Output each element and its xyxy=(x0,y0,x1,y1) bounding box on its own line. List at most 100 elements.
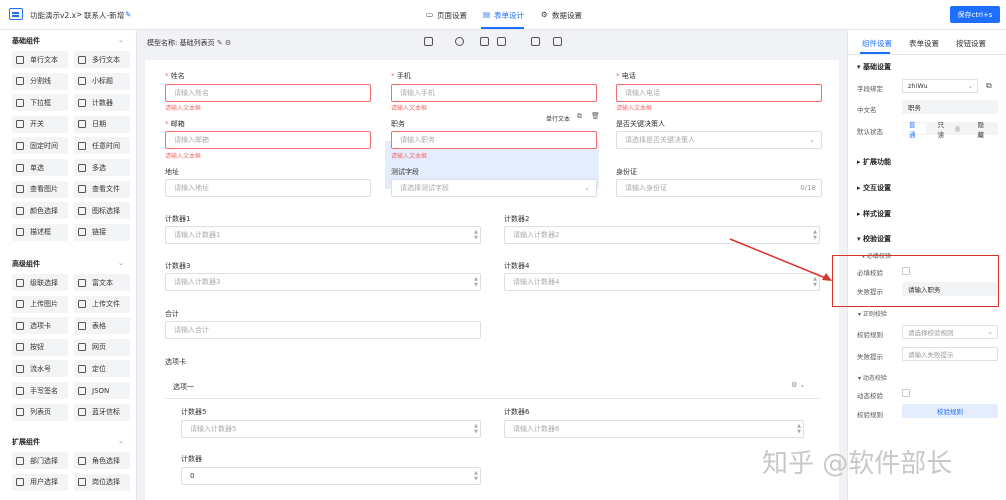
state-hidden[interactable]: 隐藏 xyxy=(966,119,998,139)
counter2-input[interactable]: 请输入计数器2 ▲ ▼ xyxy=(504,226,820,244)
counter-input[interactable]: 0 ▲ ▼ xyxy=(181,467,481,485)
app-title[interactable]: 功能演示v2.x xyxy=(30,10,76,21)
tab-form-settings[interactable]: 表单设置 xyxy=(909,38,939,49)
palette-item[interactable]: 链接 xyxy=(74,223,130,241)
dyn-rule-button[interactable]: 校验规则 xyxy=(902,404,998,418)
address-label: 地址 xyxy=(165,168,179,176)
state-normal[interactable]: 普通 xyxy=(903,121,926,139)
delete-icon[interactable]: 🗑 xyxy=(591,112,600,120)
palette-item[interactable]: 描述框 xyxy=(12,223,68,241)
tab-option-one[interactable]: 选项一 xyxy=(173,382,194,392)
palette-item[interactable]: 上传图片 xyxy=(12,295,68,313)
default-state-segment[interactable]: 普通 只读 隐藏 xyxy=(902,121,998,139)
palette-item[interactable]: 分割线 xyxy=(12,72,68,90)
fail-tip2-input[interactable]: 请输入失败提示 xyxy=(902,347,998,361)
idcard-input[interactable]: 请输入身份证 0/18 xyxy=(616,179,822,197)
data-settings-icon[interactable]: ⚙ xyxy=(541,10,548,19)
palette-item[interactable]: 多选 xyxy=(74,159,130,176)
address-input[interactable]: 请输入地址 xyxy=(165,179,371,197)
test-field-select[interactable]: 请选择测试字段 ⌄ xyxy=(391,179,597,197)
interact-heading[interactable]: ▸ 交互设置 xyxy=(857,183,891,193)
basic-settings-heading[interactable]: ▾ 基础设置 xyxy=(857,62,891,72)
tab-button-settings[interactable]: 按钮设置 xyxy=(956,38,986,49)
save-button[interactable]: 保存ctrl+s xyxy=(950,6,1000,23)
tel-input[interactable]: 请输入电话 xyxy=(616,84,822,102)
palette-item[interactable]: 角色选择 xyxy=(74,452,130,469)
cn-name-input[interactable]: 职务 xyxy=(902,100,998,114)
palette-item[interactable]: JSON xyxy=(74,382,130,399)
palette-item[interactable]: 蓝牙信标 xyxy=(74,403,130,421)
palette-item[interactable]: 单选 xyxy=(12,159,68,176)
chevron-down-icon[interactable]: ⌄ xyxy=(118,259,124,267)
palette-item[interactable]: 计数器 xyxy=(74,94,130,112)
tab-data-settings[interactable]: 数据设置 xyxy=(552,10,582,21)
palette-item[interactable]: 图标选择 xyxy=(74,202,130,220)
palette-item[interactable]: 日期 xyxy=(74,115,130,133)
palette-item[interactable]: 级联选择 xyxy=(12,274,68,291)
group-heading[interactable]: 扩展组件 xyxy=(12,437,40,447)
group-heading[interactable]: 高级组件 xyxy=(12,259,40,269)
ext-heading[interactable]: ▸ 扩展功能 xyxy=(857,157,891,167)
email-input[interactable]: 请输入邮箱 xyxy=(165,131,371,149)
name-input[interactable]: 请输入姓名 xyxy=(165,84,371,102)
palette-item[interactable]: 查看文件 xyxy=(74,180,130,198)
chevron-down-icon[interactable]: ⌄ xyxy=(118,437,124,445)
mobile-icon[interactable] xyxy=(553,37,562,46)
verify-heading[interactable]: ▾ 校验设置 xyxy=(857,234,891,244)
component-icon xyxy=(78,98,86,107)
palette-item[interactable]: 任意时间 xyxy=(74,137,130,155)
style-heading[interactable]: ▸ 样式设置 xyxy=(857,209,891,219)
field-bind-select[interactable]: zhiWu ⌄ xyxy=(902,79,978,93)
counter1-input[interactable]: 请输入计数器1 ▲ ▼ xyxy=(165,226,481,244)
palette-item[interactable]: 用户选择 xyxy=(12,473,68,491)
counter3-input[interactable]: 请输入计数器3 ▲ ▼ xyxy=(165,273,481,291)
copy-icon[interactable]: ⧉ xyxy=(986,81,992,91)
palette-item[interactable]: 按钮 xyxy=(12,338,68,356)
chevron-down-icon[interactable]: ⌄ xyxy=(118,36,124,44)
state-readonly[interactable]: 只读 xyxy=(926,119,966,139)
palette-item[interactable]: 富文本 xyxy=(74,274,130,291)
key-decision-select[interactable]: 请选择是否关键决策人 ⌄ xyxy=(616,131,822,149)
tab-page-settings[interactable]: 页面设置 xyxy=(437,10,467,21)
palette-item[interactable]: 固定时间 xyxy=(12,137,68,155)
palette-item[interactable]: 网页 xyxy=(74,338,130,356)
palette-item[interactable]: 单行文本 xyxy=(12,51,68,68)
rule-select[interactable]: 请选择校验规则 ⌄ xyxy=(902,325,998,339)
home-icon[interactable] xyxy=(424,37,433,46)
settings-icon[interactable]: ⚙ ⌄ xyxy=(791,381,805,389)
page-settings-icon[interactable]: ▭ xyxy=(426,10,433,19)
preview-icon[interactable] xyxy=(480,37,489,46)
palette-item[interactable]: 颜色选择 xyxy=(12,202,68,220)
user-icon[interactable] xyxy=(455,37,464,46)
copy-icon[interactable]: ⧉ xyxy=(577,112,582,121)
palette-item[interactable]: 定位 xyxy=(74,360,130,378)
dynamic-checkbox[interactable] xyxy=(902,389,910,397)
palette-item[interactable]: 开关 xyxy=(12,115,68,133)
palette-item[interactable]: 流水号 xyxy=(12,360,68,378)
job-input[interactable]: 请输入职务 xyxy=(391,131,597,149)
phone-input[interactable]: 请输入手机 xyxy=(391,84,597,102)
desktop-icon[interactable] xyxy=(531,37,540,46)
code-icon[interactable] xyxy=(497,37,506,46)
palette-item[interactable]: 手写签名 xyxy=(12,382,68,399)
palette-item[interactable]: 表格 xyxy=(74,317,130,335)
total-input[interactable]: 请输入合计 xyxy=(165,321,481,339)
palette-item[interactable]: 查看图片 xyxy=(12,180,68,198)
counter6-input[interactable]: 请输入计数器6 ▲ ▼ xyxy=(504,420,804,438)
palette-item[interactable]: 小标题 xyxy=(74,72,130,90)
palette-item[interactable]: 列表页 xyxy=(12,403,68,421)
palette-item[interactable]: 岗位选择 xyxy=(74,473,130,491)
component-icon xyxy=(16,141,24,150)
palette-item[interactable]: 下拉框 xyxy=(12,94,68,112)
tab-form-design[interactable]: 表单设计 xyxy=(494,10,524,21)
palette-item[interactable]: 多行文本 xyxy=(74,51,130,68)
counter5-input[interactable]: 请输入计数器5 ▲ ▼ xyxy=(181,420,481,438)
edit-icon[interactable]: ✎ xyxy=(125,10,131,19)
tab-component-settings[interactable]: 组件设置 xyxy=(862,38,892,49)
group-heading[interactable]: 基础组件 xyxy=(12,36,40,46)
counter4-input[interactable]: 请输入计数器4 ▲ ▼ xyxy=(504,273,820,291)
palette-item[interactable]: 部门选择 xyxy=(12,452,68,469)
form-design-icon[interactable]: ▤ xyxy=(483,10,490,19)
palette-item[interactable]: 选项卡 xyxy=(12,317,68,335)
palette-item[interactable]: 上传文件 xyxy=(74,295,130,313)
